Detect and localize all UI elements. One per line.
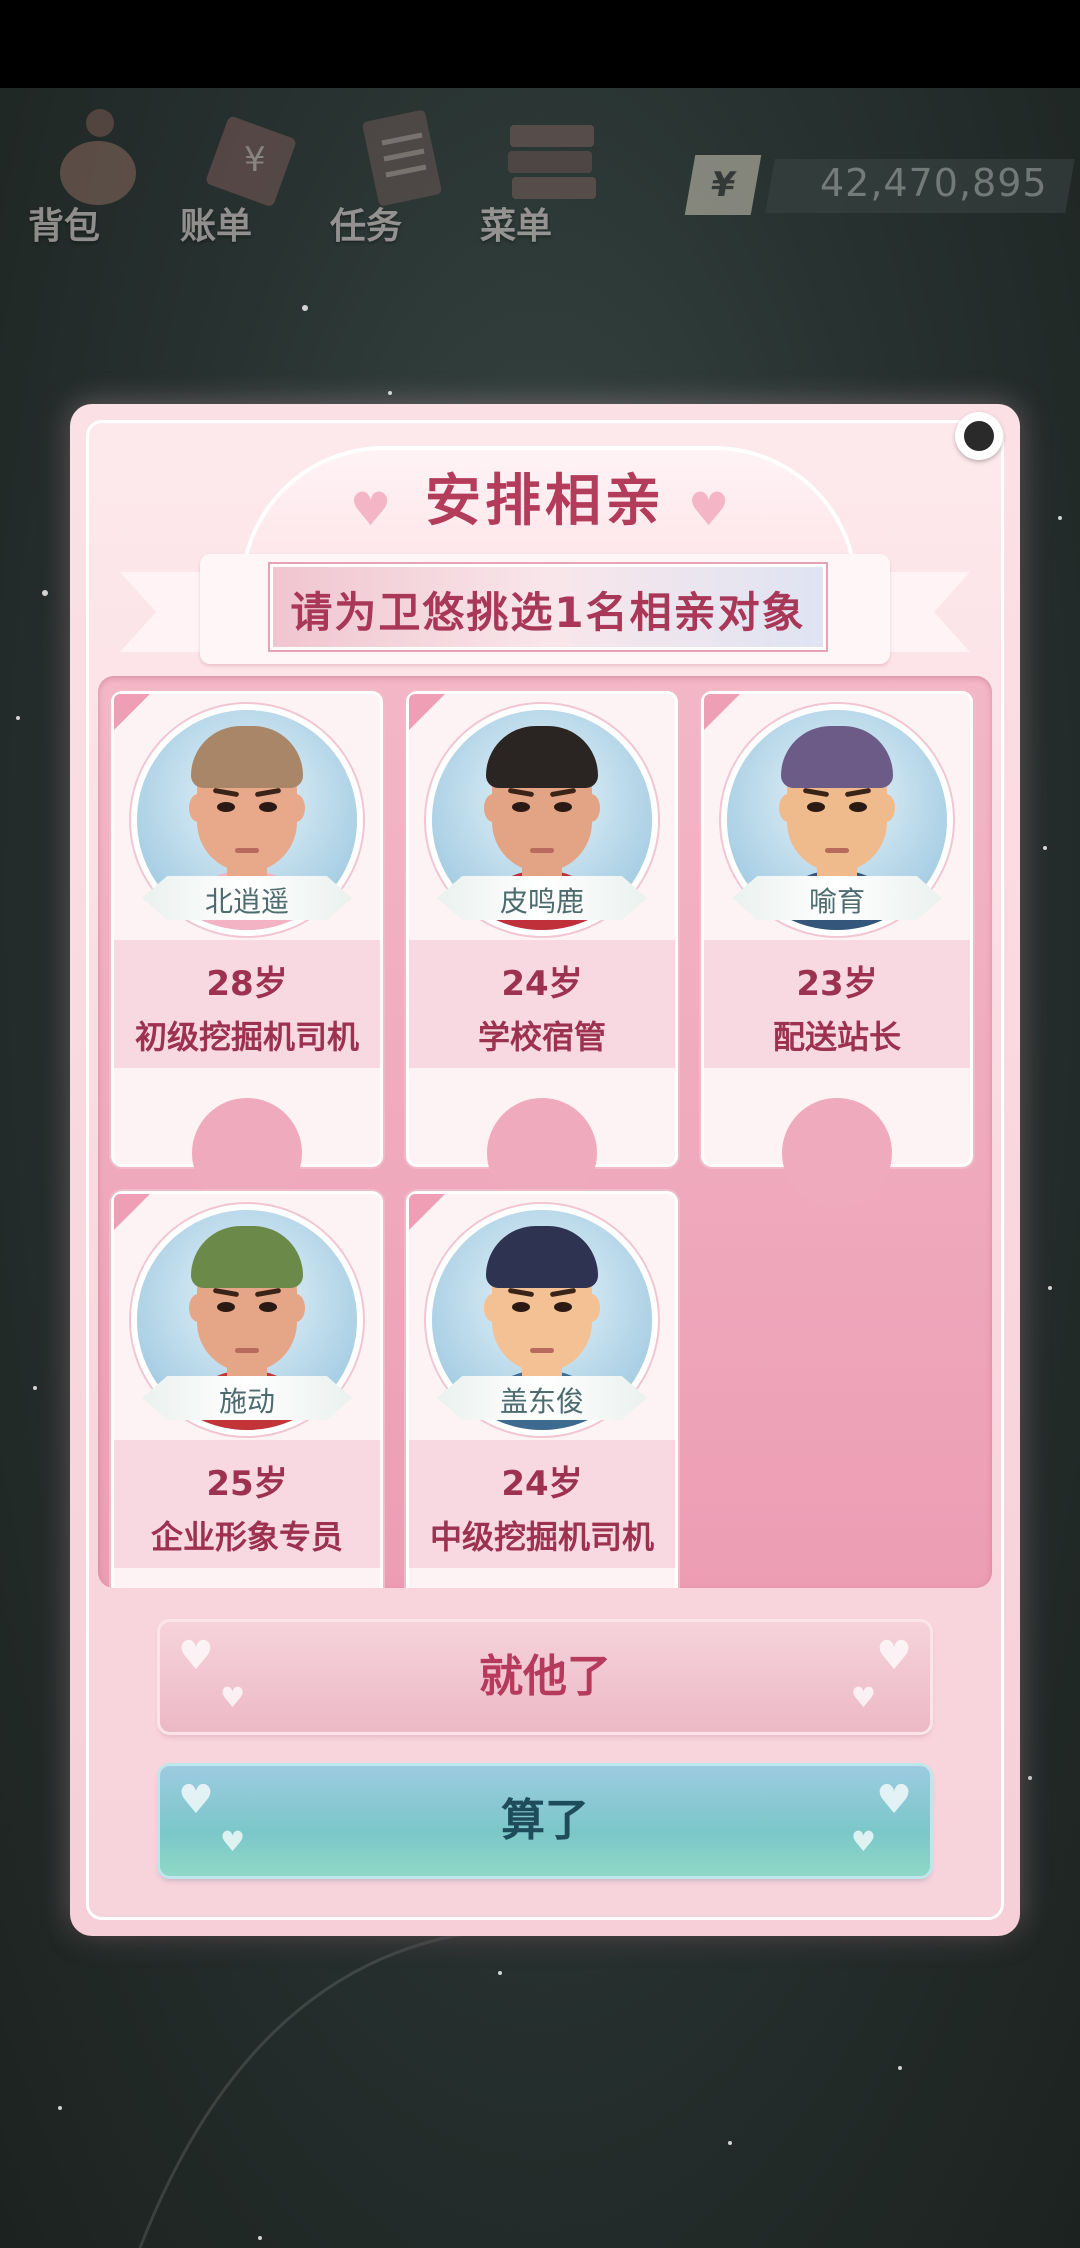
confirm-button[interactable]: ♥ ♥ ♥ ♥ 就他了 — [160, 1622, 930, 1732]
candidate-name: 北逍遥 — [204, 885, 289, 918]
candidate-age: 24岁 — [501, 964, 583, 1004]
currency-icon: ¥ — [684, 155, 762, 215]
card-corner — [409, 1194, 445, 1230]
hud-label: 背包 — [28, 206, 101, 247]
heart-icon: ♥ — [220, 1825, 246, 1858]
avatar-hair — [486, 1226, 598, 1288]
hud-label: 菜单 — [480, 206, 553, 247]
candidate-name: 施动 — [218, 1385, 275, 1418]
card-corner — [114, 694, 150, 730]
candidate-job: 中级挖掘机司机 — [429, 1518, 654, 1556]
card-corner — [704, 694, 740, 730]
cancel-button[interactable]: ♥ ♥ ♥ ♥ 算了 — [160, 1766, 930, 1876]
heart-icon: ♥ — [850, 1681, 876, 1714]
heart-icon: ♥ — [178, 1633, 214, 1679]
candidate-name: 喻育 — [808, 885, 865, 918]
candidate-name: 皮鸣鹿 — [499, 885, 584, 918]
money-display: ¥ 42,470,895 — [684, 155, 1075, 219]
hud-backpack-button[interactable]: 背包 — [28, 105, 158, 247]
heart-icon: ♥ — [850, 1825, 876, 1858]
candidate-card[interactable]: 北逍遥 28岁 初级挖掘机司机 — [114, 694, 380, 1208]
candidate-job: 配送站长 — [772, 1018, 901, 1056]
avatar-hair — [191, 1226, 303, 1288]
candidate-card[interactable]: 施动 25岁 企业形象专员 — [114, 1194, 380, 1588]
candidate-age: 23岁 — [796, 964, 878, 1004]
card-corner — [409, 694, 445, 730]
candidate-job: 企业形象专员 — [150, 1518, 343, 1556]
hud-menu-button[interactable]: 菜单 — [480, 105, 610, 247]
heart-icon: ♥ — [178, 1777, 214, 1823]
candidate-age: 25岁 — [206, 1464, 288, 1504]
candidate-job: 初级挖掘机司机 — [134, 1018, 359, 1056]
money-value: 42,470,895 — [820, 161, 1048, 205]
avatar-hair — [191, 726, 303, 788]
candidate-card[interactable]: 皮鸣鹿 24岁 学校宿管 — [409, 694, 675, 1208]
hud-label: 账单 — [180, 206, 253, 247]
close-button[interactable] — [955, 412, 1003, 460]
hud-bill-button[interactable]: ¥ 账单 — [180, 105, 310, 247]
hud-task-button[interactable]: 任务 — [330, 105, 460, 247]
candidate-grid: 北逍遥 28岁 初级挖掘机司机 皮鸣鹿 24岁 学校宿管 喻育 23岁 配送站长… — [98, 676, 992, 1588]
avatar-hair — [486, 726, 598, 788]
candidate-name: 盖东俊 — [499, 1385, 584, 1418]
candidate-card[interactable]: 盖东俊 24岁 中级挖掘机司机 — [409, 1194, 675, 1588]
status-bar — [0, 0, 1080, 88]
card-notch — [782, 1098, 892, 1208]
candidate-card[interactable]: 喻育 23岁 配送站长 — [704, 694, 970, 1208]
dialog-subtitle: 请为卫悠挑选1名相亲对象 — [290, 588, 806, 637]
heart-icon: ♥ — [220, 1681, 246, 1714]
heart-icon: ♥ — [876, 1633, 912, 1679]
hud-label: 任务 — [330, 206, 403, 247]
hud-bar: 背包 ¥ 账单 任务 菜单 ¥ 42,470,895 — [0, 95, 1080, 255]
candidate-age: 28岁 — [206, 964, 288, 1004]
card-notch — [487, 1098, 597, 1208]
candidate-job: 学校宿管 — [477, 1018, 606, 1056]
cancel-label: 算了 — [501, 1795, 589, 1846]
avatar-hair — [781, 726, 893, 788]
confirm-label: 就他了 — [479, 1651, 611, 1702]
matchmaking-dialog: ♥ ♥ 安排相亲 请为卫悠挑选1名相亲对象 北逍遥 28岁 初级挖掘机司机 皮鸣… — [70, 404, 1020, 1936]
heart-icon: ♥ — [876, 1777, 912, 1823]
candidate-age: 24岁 — [501, 1464, 583, 1504]
card-corner — [114, 1194, 150, 1230]
svg-text:¥: ¥ — [244, 140, 266, 180]
card-notch — [192, 1098, 302, 1208]
dialog-title: 安排相亲 — [425, 469, 665, 534]
